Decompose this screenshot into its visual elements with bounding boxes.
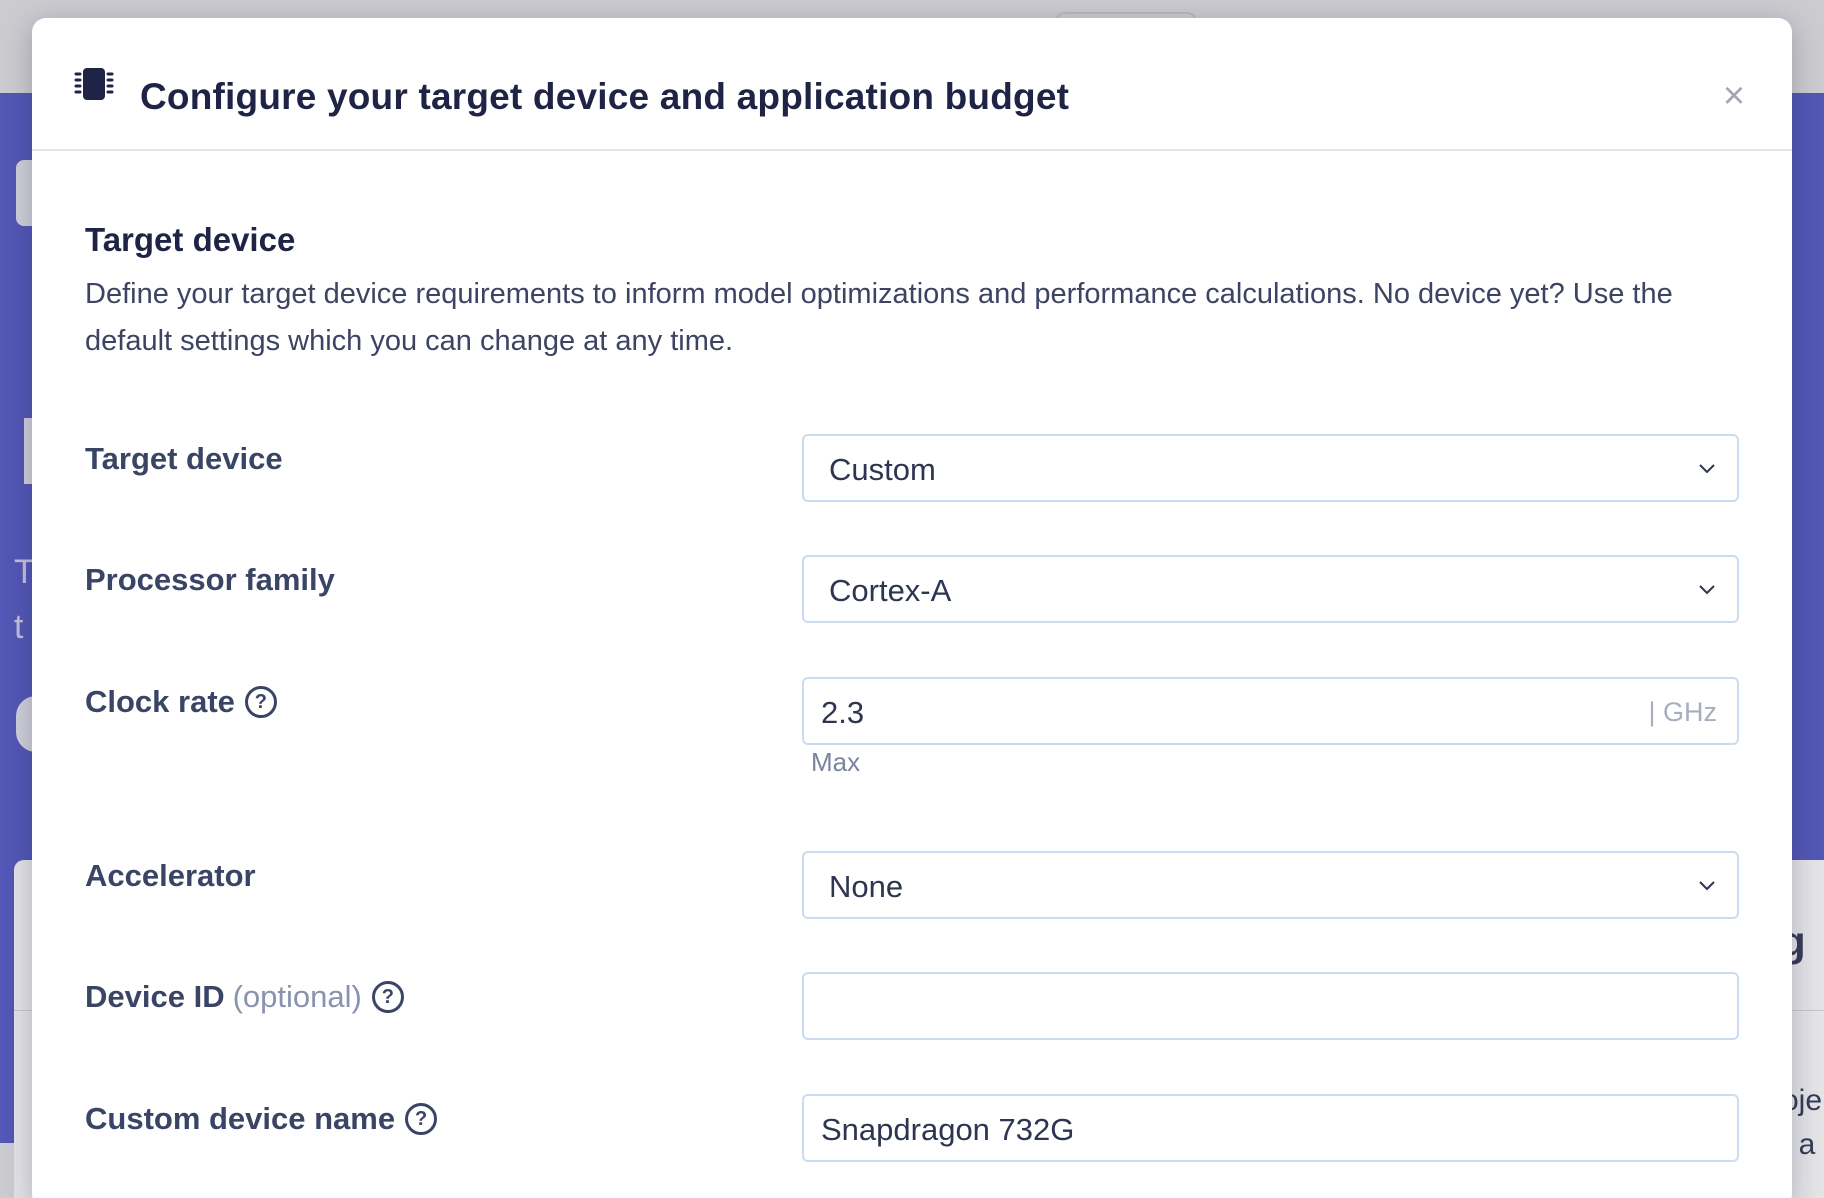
section-title: Target device (85, 221, 296, 258)
custom-device-name-input[interactable]: Snapdragon 732G (802, 1094, 1739, 1162)
close-button[interactable]: × (1714, 76, 1754, 116)
accelerator-label-text: Accelerator (85, 858, 256, 893)
clock-rate-value: 2.3 (821, 695, 865, 730)
clock-rate-label-text: Clock rate (85, 684, 235, 719)
processor-family-select[interactable]: Cortex-A (802, 555, 1739, 623)
target-device-select[interactable]: Custom (802, 434, 1739, 502)
accelerator-label: Accelerator (85, 858, 256, 894)
help-icon[interactable]: ? (405, 1103, 438, 1135)
configure-device-modal: Configure your target device and applica… (32, 18, 1792, 1198)
chevron-down-icon (1699, 585, 1715, 595)
clock-rate-input[interactable]: 2.3 | GHz (802, 677, 1739, 745)
chip-icon (74, 68, 114, 100)
clock-rate-hint: Max (811, 747, 861, 777)
custom-device-name-label-text: Custom device name (85, 1101, 396, 1136)
device-id-input[interactable] (802, 972, 1739, 1040)
processor-family-label: Processor family (85, 562, 335, 598)
custom-device-name-label: Custom device name ? (85, 1101, 438, 1137)
target-device-label: Target device (85, 441, 283, 477)
clock-rate-unit: | GHz (1648, 697, 1717, 727)
chevron-down-icon (1699, 464, 1715, 474)
target-device-value: Custom (829, 452, 936, 487)
custom-device-name-value: Snapdragon 732G (821, 1112, 1075, 1147)
processor-family-label-text: Processor family (85, 562, 335, 597)
clock-rate-label: Clock rate ? (85, 684, 277, 720)
chevron-down-icon (1699, 881, 1715, 891)
accelerator-value: None (829, 869, 904, 904)
device-id-label: Device ID (optional) ? (85, 979, 404, 1015)
device-id-optional-text: (optional) (232, 979, 362, 1014)
modal-title: Configure your target device and applica… (140, 76, 1070, 117)
modal-header: Configure your target device and applica… (32, 18, 1792, 151)
processor-family-value: Cortex-A (829, 573, 952, 608)
help-icon[interactable]: ? (244, 686, 277, 718)
help-icon[interactable]: ? (371, 981, 404, 1013)
accelerator-select[interactable]: None (802, 851, 1739, 919)
device-id-label-text: Device ID (85, 979, 225, 1014)
section-description: Define your target device requirements t… (85, 278, 1673, 357)
target-device-label-text: Target device (85, 441, 283, 476)
